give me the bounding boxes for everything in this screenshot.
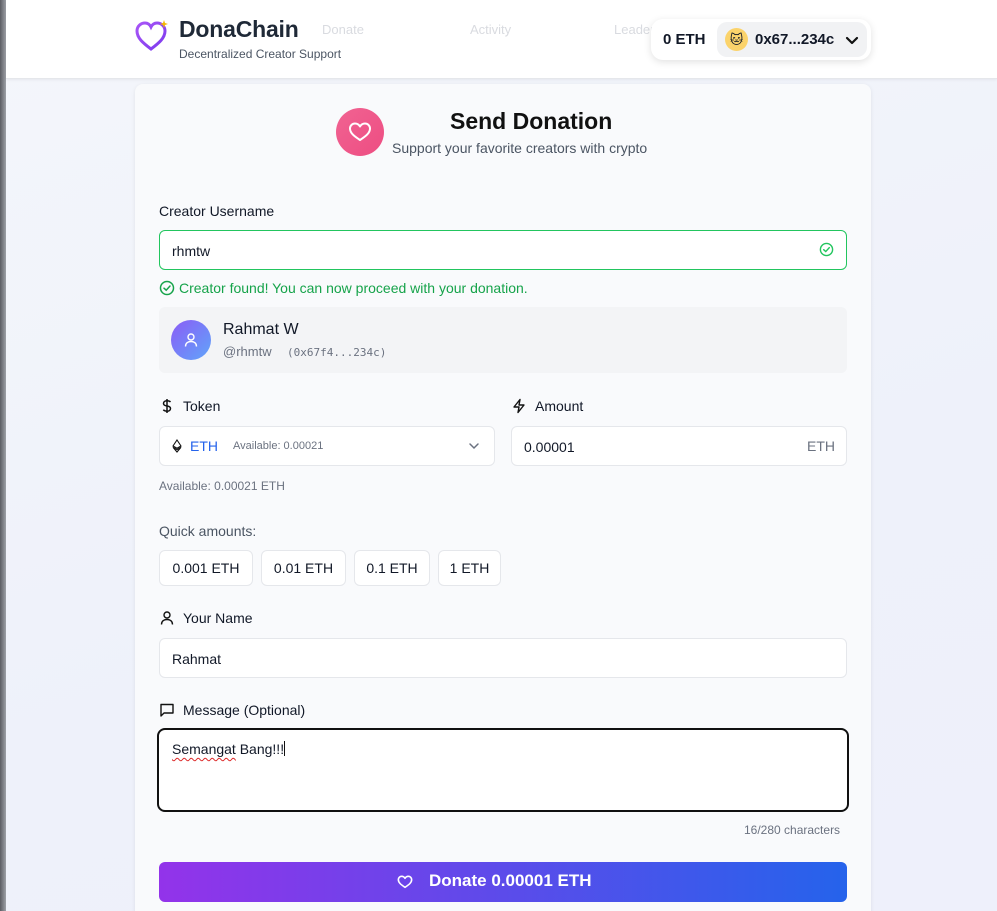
token-available-note: Available: 0.00021 ETH bbox=[159, 479, 285, 493]
token-selected-value: ETH bbox=[190, 438, 218, 454]
message-value: Semangat Bang!!! bbox=[172, 741, 286, 757]
creator-username-label: Creator Username bbox=[159, 203, 275, 219]
chevron-down-icon bbox=[845, 36, 859, 45]
nav-donate[interactable]: Donate bbox=[322, 22, 364, 37]
nav-activity[interactable]: Activity bbox=[470, 22, 511, 37]
creator-address: (0x67f4...234c) bbox=[287, 346, 387, 359]
heart-badge bbox=[336, 108, 384, 156]
amount-unit: ETH bbox=[807, 438, 835, 454]
misspelled-word: Semangat bbox=[172, 741, 236, 757]
chevron-down-icon bbox=[469, 443, 479, 450]
dollar-sign-icon bbox=[162, 399, 172, 413]
creator-handle: @rhmtw bbox=[223, 344, 272, 359]
quick-amount-0.1[interactable]: 0.1 ETH bbox=[354, 550, 430, 586]
wallet-balance: 0 ETH bbox=[663, 31, 706, 48]
your-name-label: Your Name bbox=[183, 610, 253, 626]
check-circle-icon bbox=[159, 280, 175, 296]
heart-icon bbox=[349, 122, 371, 141]
creator-found-message: Creator found! You can now proceed with … bbox=[179, 280, 528, 296]
your-name-input[interactable] bbox=[159, 638, 847, 678]
token-available-inline: Available: 0.00021 bbox=[233, 440, 324, 452]
donate-button-label: Donate 0.00001 ETH bbox=[429, 871, 592, 890]
your-name-value: Rahmat bbox=[172, 651, 222, 667]
creator-username-value: rhmtw bbox=[172, 243, 211, 259]
quick-amount-0.001[interactable]: 0.001 ETH bbox=[159, 550, 253, 586]
amount-value: 0.00001 bbox=[524, 439, 575, 455]
ethereum-icon bbox=[172, 439, 182, 453]
user-icon bbox=[184, 333, 198, 347]
heart-icon bbox=[397, 875, 413, 889]
message-label: Message (Optional) bbox=[183, 702, 306, 718]
form-title: Send Donation bbox=[450, 108, 613, 134]
creator-name: Rahmat W bbox=[223, 321, 299, 338]
wallet-avatar: 🐱 bbox=[725, 28, 748, 51]
wallet-widget[interactable]: 0 ETH 🐱 0x67...234c bbox=[651, 19, 871, 60]
user-icon bbox=[160, 611, 174, 625]
quick-amount-1[interactable]: 1 ETH bbox=[438, 550, 501, 586]
app-tagline: Decentralized Creator Support bbox=[179, 47, 342, 61]
char-count: 16/280 characters bbox=[744, 823, 841, 837]
creator-username-input[interactable] bbox=[159, 230, 847, 270]
quick-amounts-label: Quick amounts: bbox=[159, 523, 257, 539]
amount-label: Amount bbox=[535, 398, 584, 414]
message-square-icon bbox=[160, 703, 174, 717]
quick-amount-0.01[interactable]: 0.01 ETH bbox=[261, 550, 346, 586]
creator-avatar bbox=[171, 320, 211, 360]
message-rest: Bang!!! bbox=[235, 741, 285, 757]
check-circle-icon bbox=[819, 242, 834, 257]
heart-logo-icon bbox=[135, 20, 168, 51]
app-name[interactable]: DonaChain bbox=[179, 16, 299, 43]
creator-card bbox=[159, 307, 847, 373]
wallet-account-button[interactable]: 🐱 0x67...234c bbox=[717, 22, 867, 57]
wallet-address: 0x67...234c bbox=[755, 31, 835, 48]
text-cursor bbox=[284, 741, 286, 756]
lightning-icon bbox=[513, 398, 525, 414]
token-label: Token bbox=[183, 398, 221, 414]
form-subtitle: Support your favorite creators with cryp… bbox=[392, 140, 648, 156]
